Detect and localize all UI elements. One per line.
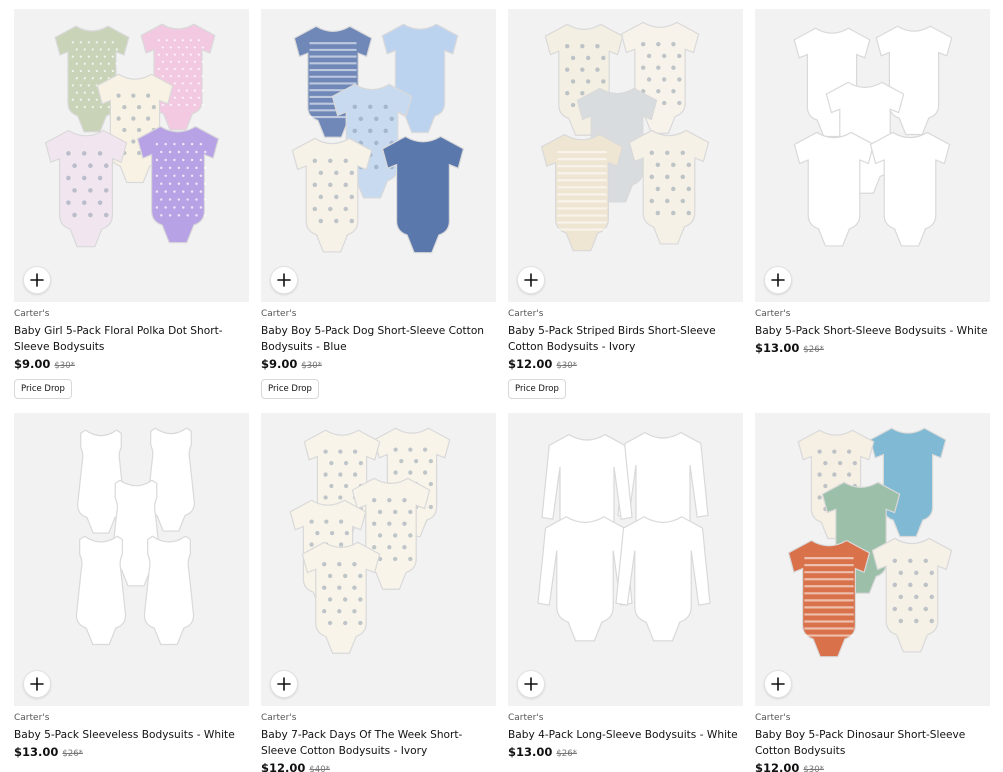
bodysuit-illustration: [871, 537, 953, 653]
product-name-link[interactable]: Baby Boy 5-Pack Dog Short-Sleeve Cotton …: [261, 323, 496, 355]
price-drop-badge: Price Drop: [261, 379, 319, 399]
sale-price: $13.00: [755, 341, 800, 355]
original-price: $26*: [803, 345, 824, 355]
price-drop-badge: Price Drop: [508, 379, 566, 399]
product-photo: [75, 427, 196, 646]
add-to-bag-button[interactable]: [270, 266, 298, 294]
plus-icon: [771, 273, 785, 287]
original-price: $30*: [803, 765, 824, 772]
add-to-bag-button[interactable]: [764, 266, 792, 294]
price-drop-badge: Price Drop: [14, 379, 72, 399]
original-price: $40*: [309, 765, 330, 772]
product-card[interactable]: Carter's Baby 4-Pack Long-Sleeve Bodysuit…: [508, 413, 743, 759]
original-price: $30*: [301, 361, 322, 371]
product-image[interactable]: [261, 9, 496, 302]
product-photo: [291, 23, 465, 254]
price-row: $9.00 $30*: [14, 355, 249, 371]
plus-icon: [30, 273, 44, 287]
product-name-link[interactable]: Baby 4-Pack Long-Sleeve Bodysuits - Whit…: [508, 727, 743, 743]
product-photo: [540, 21, 710, 252]
plus-icon: [524, 273, 538, 287]
product-card[interactable]: Carter's Baby Boy 5-Pack Dog Short-Sleeve…: [261, 9, 496, 399]
bodysuit-illustration: [381, 135, 465, 254]
bodysuit-illustration: [75, 535, 127, 646]
product-image[interactable]: [508, 413, 743, 706]
sale-price: $12.00: [508, 357, 553, 371]
price-row: $13.00 $26*: [508, 743, 743, 759]
bodysuit-illustration: [615, 516, 711, 642]
product-photo: [289, 427, 451, 654]
bodysuit-illustration: [44, 129, 128, 248]
plus-icon: [277, 273, 291, 287]
price-row: $13.00 $26*: [755, 339, 990, 355]
product-image[interactable]: [508, 9, 743, 302]
price-row: $12.00 $40*: [261, 759, 496, 772]
sale-price: $9.00: [261, 357, 298, 371]
product-brand: Carter's: [508, 713, 544, 723]
bodysuit-illustration: [291, 137, 373, 253]
plus-icon: [277, 677, 291, 691]
original-price: $30*: [556, 361, 577, 371]
product-name-link[interactable]: Baby 5-Pack Striped Birds Short-Sleeve C…: [508, 323, 743, 355]
price-row: $12.00 $30*: [755, 759, 990, 772]
bodysuit-illustration: [869, 131, 951, 247]
product-image[interactable]: [755, 413, 990, 706]
product-image[interactable]: [14, 9, 249, 302]
price-row: $9.00 $30*: [261, 355, 496, 371]
bodysuit-illustration: [628, 129, 710, 245]
bodysuit-illustration: [787, 539, 871, 658]
product-card[interactable]: Carter's Baby 5-Pack Short-Sleeve Bodysui…: [755, 9, 990, 355]
original-price: $26*: [62, 749, 83, 759]
product-image[interactable]: [261, 413, 496, 706]
product-name-link[interactable]: Baby Girl 5-Pack Floral Polka Dot Short-…: [14, 323, 249, 355]
product-photo: [44, 23, 220, 248]
sale-price: $12.00: [755, 761, 800, 772]
product-name-link[interactable]: Baby 5-Pack Short-Sleeve Bodysuits - Whi…: [755, 323, 990, 339]
product-card[interactable]: Carter's Baby 7-Pack Days Of The Week Sho…: [261, 413, 496, 772]
bodysuit-illustration: [301, 541, 381, 654]
product-brand: Carter's: [14, 309, 50, 319]
price-row: $13.00 $26*: [14, 743, 249, 759]
product-photo: [537, 431, 711, 642]
product-brand: Carter's: [508, 309, 544, 319]
plus-icon: [771, 677, 785, 691]
bodysuit-illustration: [136, 125, 220, 244]
plus-icon: [30, 677, 44, 691]
product-image[interactable]: [755, 9, 990, 302]
product-card[interactable]: Carter's Baby Boy 5-Pack Dinosaur Short-S…: [755, 413, 990, 772]
sale-price: $13.00: [14, 745, 59, 759]
add-to-bag-button[interactable]: [23, 670, 51, 698]
add-to-bag-button[interactable]: [764, 670, 792, 698]
product-brand: Carter's: [261, 309, 297, 319]
product-name-link[interactable]: Baby Boy 5-Pack Dinosaur Short-Sleeve Co…: [755, 727, 990, 759]
product-photo: [793, 25, 953, 247]
product-brand: Carter's: [755, 309, 791, 319]
product-card[interactable]: Carter's Baby Girl 5-Pack Floral Polka Do…: [14, 9, 249, 399]
add-to-bag-button[interactable]: [270, 670, 298, 698]
product-name-link[interactable]: Baby 7-Pack Days Of The Week Short-Sleev…: [261, 727, 496, 759]
bodysuit-illustration: [143, 535, 195, 646]
original-price: $30*: [54, 361, 75, 371]
product-brand: Carter's: [14, 713, 50, 723]
product-brand: Carter's: [261, 713, 297, 723]
plus-icon: [524, 677, 538, 691]
product-card[interactable]: Carter's Baby 5-Pack Sleeveless Bodysuits…: [14, 413, 249, 759]
product-brand: Carter's: [755, 713, 791, 723]
product-photo: [787, 427, 953, 658]
sale-price: $13.00: [508, 745, 553, 759]
add-to-bag-button[interactable]: [23, 266, 51, 294]
product-image[interactable]: [14, 413, 249, 706]
add-to-bag-button[interactable]: [517, 266, 545, 294]
price-row: $12.00 $30*: [508, 355, 743, 371]
add-to-bag-button[interactable]: [517, 670, 545, 698]
product-card[interactable]: Carter's Baby 5-Pack Striped Birds Short-…: [508, 9, 743, 399]
original-price: $26*: [556, 749, 577, 759]
sale-price: $12.00: [261, 761, 306, 772]
product-name-link[interactable]: Baby 5-Pack Sleeveless Bodysuits - White: [14, 727, 249, 743]
sale-price: $9.00: [14, 357, 51, 371]
